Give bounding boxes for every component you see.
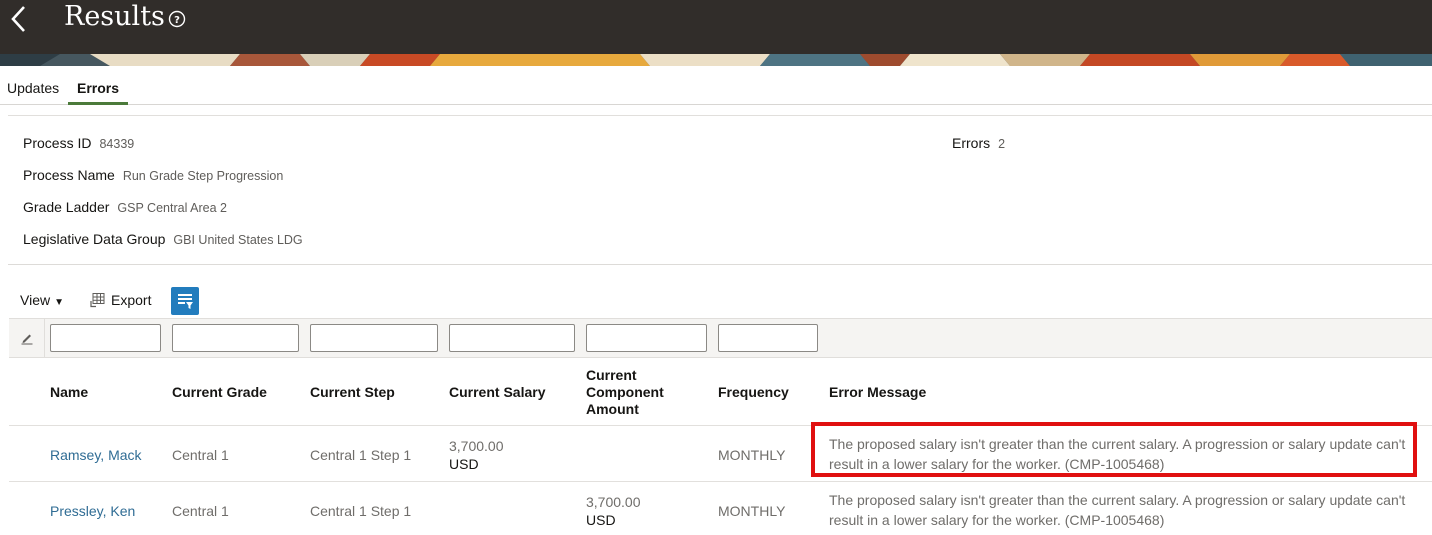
frequency-cell: MONTHLY — [718, 503, 786, 519]
frequency-filter-input[interactable] — [718, 324, 818, 352]
col-header-frequency[interactable]: Frequency — [718, 384, 789, 401]
ldg-field: Legislative Data Group GBI United States … — [23, 231, 303, 247]
frequency-cell: MONTHLY — [718, 447, 786, 463]
row-divider — [9, 481, 1432, 482]
page-header: Results ? — [0, 0, 1432, 54]
tab-updates[interactable]: Updates — [7, 80, 59, 104]
export-button[interactable]: Export — [90, 292, 151, 308]
caret-down-icon: ▼ — [54, 297, 64, 308]
process-name-value: Run Grade Step Progression — [122, 169, 284, 183]
salary-currency: USD — [449, 456, 479, 472]
component-currency: USD — [586, 512, 616, 528]
component-amount-cell: 3,700.00 USD — [586, 493, 641, 529]
process-name-label: Process Name — [23, 167, 115, 183]
view-label: View — [20, 292, 51, 308]
current-grade-cell: Central 1 — [172, 503, 229, 519]
clear-filter-icon[interactable] — [20, 331, 34, 345]
component-amount: 3,700.00 — [586, 494, 641, 510]
errors-count-value: 2 — [998, 137, 1006, 151]
col-header-name[interactable]: Name — [50, 384, 88, 401]
tab-errors[interactable]: Errors — [68, 80, 129, 105]
process-id-value: 84339 — [99, 137, 135, 151]
component-amount-filter-input[interactable] — [586, 324, 707, 352]
help-icon[interactable]: ? — [168, 10, 186, 28]
process-name-field: Process Name Run Grade Step Progression — [23, 167, 283, 183]
filter-list-icon — [178, 294, 193, 309]
col-header-error-message[interactable]: Error Message — [829, 384, 926, 401]
grade-ladder-label: Grade Ladder — [23, 199, 110, 215]
current-step-filter-input[interactable] — [310, 324, 438, 352]
view-menu-button[interactable]: View ▼ — [20, 292, 64, 308]
current-salary-filter-input[interactable] — [449, 324, 575, 352]
query-by-example-button[interactable] — [171, 287, 199, 315]
export-grid-icon — [90, 293, 105, 308]
salary-amount: 3,700.00 — [449, 438, 504, 454]
current-grade-cell: Central 1 — [172, 447, 229, 463]
process-id-label: Process ID — [23, 135, 92, 151]
current-salary-cell: 3,700.00 USD — [449, 437, 504, 473]
error-message-cell: The proposed salary isn't greater than t… — [829, 492, 1406, 528]
svg-text:?: ? — [174, 15, 180, 26]
employee-name-link[interactable]: Pressley, Ken — [50, 502, 135, 520]
name-filter-input[interactable] — [50, 324, 161, 352]
back-arrow-icon[interactable] — [8, 4, 30, 34]
ldg-label: Legislative Data Group — [23, 231, 166, 247]
col-header-current-step[interactable]: Current Step — [310, 384, 395, 401]
errors-count-field: Errors 2 — [952, 135, 1005, 151]
col-header-current-salary[interactable]: Current Salary — [449, 384, 545, 401]
process-id-field: Process ID 84339 — [23, 135, 134, 151]
column-separator — [44, 318, 45, 358]
errors-count-label: Errors — [952, 135, 991, 151]
grade-ladder-field: Grade Ladder GSP Central Area 2 — [23, 199, 227, 215]
decorative-banner — [0, 54, 1432, 66]
divider — [8, 115, 1432, 116]
current-step-cell: Central 1 Step 1 — [310, 447, 412, 463]
current-grade-filter-input[interactable] — [172, 324, 299, 352]
employee-name-link[interactable]: Ramsey, Mack — [50, 446, 142, 464]
col-header-current-grade[interactable]: Current Grade — [172, 384, 267, 401]
tab-bar: Updates Errors — [0, 66, 1432, 105]
ldg-value: GBI United States LDG — [173, 233, 303, 247]
col-header-component-amount[interactable]: Current Component Amount — [586, 367, 664, 418]
divider — [8, 264, 1432, 265]
current-step-cell: Central 1 Step 1 — [310, 503, 412, 519]
highlight-annotation — [811, 422, 1417, 477]
grade-ladder-value: GSP Central Area 2 — [117, 201, 227, 215]
page-title: Results — [64, 1, 165, 32]
export-label: Export — [111, 292, 152, 308]
